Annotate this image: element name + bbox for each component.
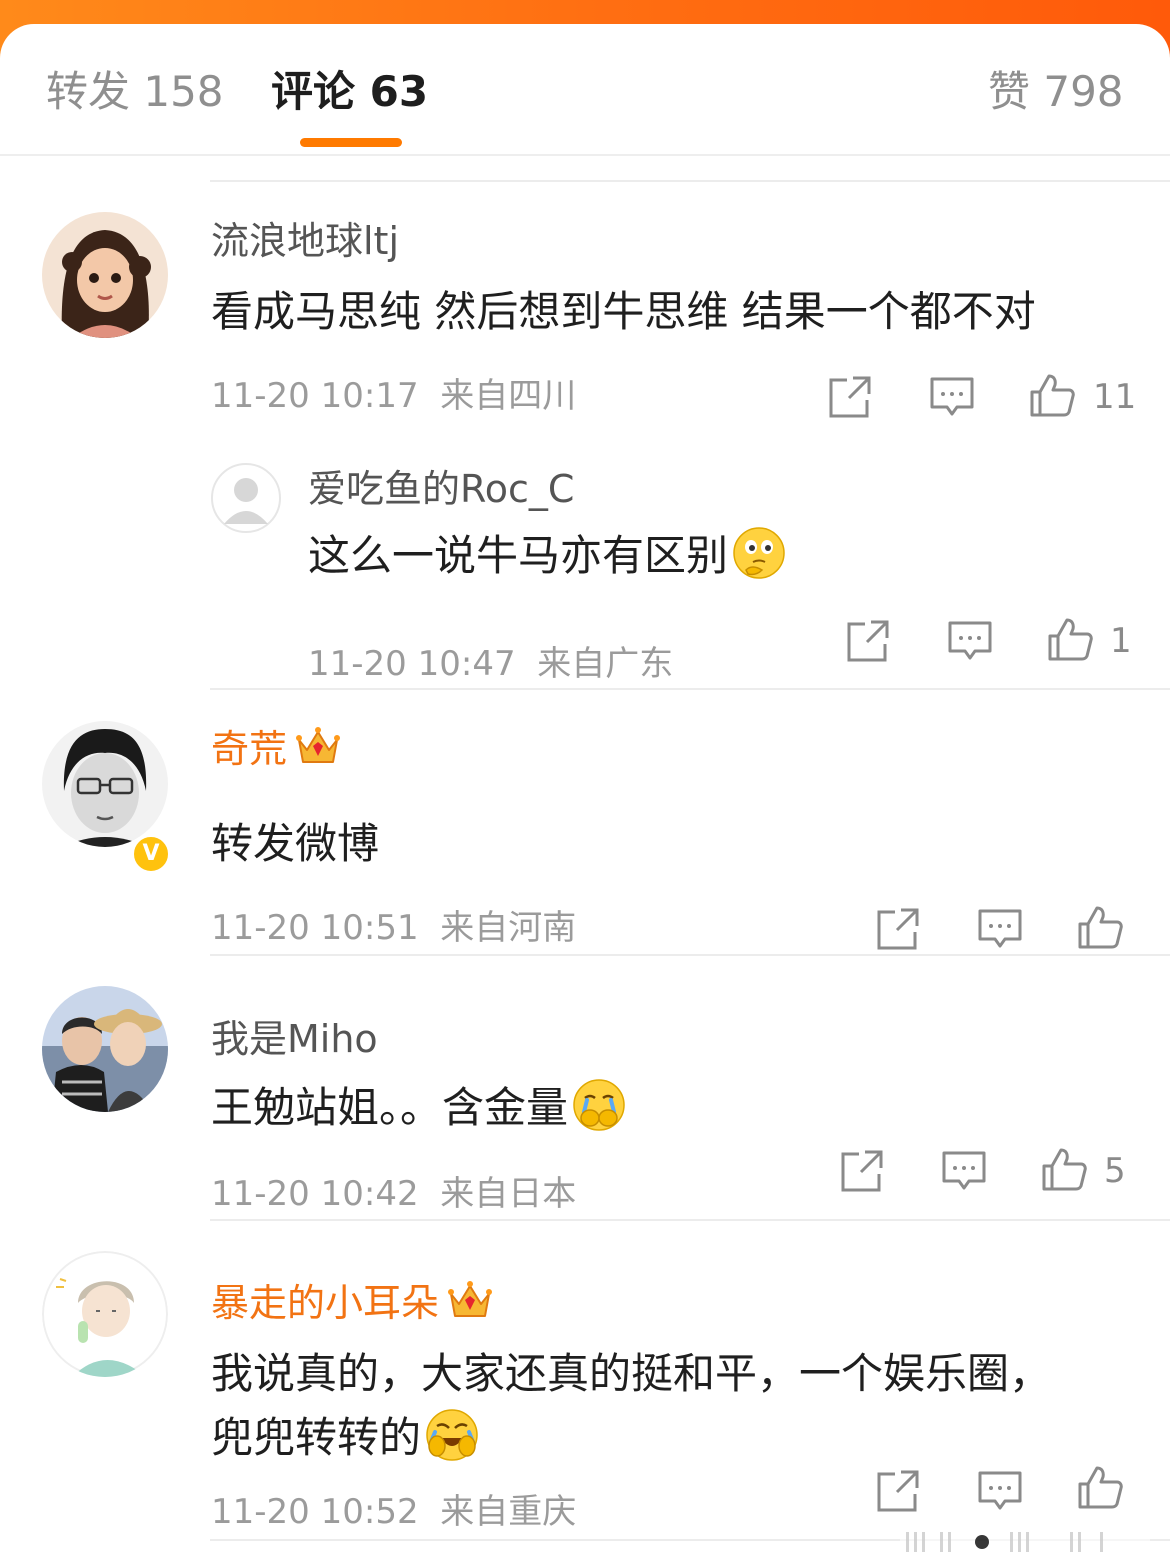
comment-username[interactable]: 流浪地球ltj bbox=[211, 216, 399, 266]
vip-crown-icon bbox=[296, 727, 341, 763]
comment-location: 来自河南 bbox=[440, 908, 577, 948]
comment-username-row: 奇荒 bbox=[211, 724, 341, 774]
comment-time: 11-20 10:42 bbox=[211, 1174, 419, 1214]
like-count: 11 bbox=[1093, 377, 1137, 417]
reply-text-content: 这么一说牛马亦有区别 bbox=[308, 531, 729, 580]
reply-icon[interactable] bbox=[947, 618, 993, 664]
active-tab-indicator bbox=[300, 138, 402, 147]
reply-location: 来自广东 bbox=[537, 644, 674, 684]
comment-text: 王勉站姐。。含金量 bbox=[211, 1076, 626, 1140]
comment-text-line1: 我说真的，大家还真的挺和平，一个娱乐圈， bbox=[211, 1349, 1052, 1398]
like-icon[interactable] bbox=[1041, 1146, 1087, 1192]
comment-meta: 11-20 10:52 来自重庆 bbox=[211, 1490, 576, 1534]
share-icon[interactable] bbox=[827, 374, 873, 420]
divider bbox=[210, 1219, 1170, 1221]
share-icon[interactable] bbox=[845, 618, 891, 664]
comment-username[interactable]: 我是Miho bbox=[211, 1014, 378, 1064]
reply-meta: 11-20 10:47 来自广东 bbox=[308, 642, 673, 686]
avatar[interactable] bbox=[42, 986, 168, 1112]
crying-covering-mouth-emoji bbox=[573, 1079, 625, 1131]
like-icon[interactable] bbox=[1077, 1464, 1123, 1510]
laughing-covering-face-emoji bbox=[426, 1409, 478, 1461]
watermark-logo bbox=[900, 1532, 1150, 1552]
like-count: 5 bbox=[1104, 1151, 1126, 1191]
comment-text-content: 王勉站姐。。含金量 bbox=[211, 1083, 569, 1132]
reply-text: 这么一说牛马亦有区别 bbox=[308, 524, 786, 588]
share-icon[interactable] bbox=[839, 1148, 885, 1194]
reply-time: 11-20 10:47 bbox=[308, 644, 516, 684]
share-icon[interactable] bbox=[875, 906, 921, 952]
comment-text-content: 兜兜转转的 bbox=[211, 1413, 422, 1462]
comment-meta: 11-20 10:51 来自河南 bbox=[211, 906, 576, 950]
comment-username-row: 暴走的小耳朵 bbox=[211, 1278, 493, 1328]
vip-crown-icon bbox=[448, 1281, 493, 1317]
avatar[interactable] bbox=[42, 212, 168, 338]
avatar[interactable] bbox=[42, 721, 168, 847]
like-count: 1 bbox=[1110, 621, 1132, 661]
comment-text: 转发微博 bbox=[211, 819, 380, 868]
tab-comment[interactable]: 评论 63 bbox=[271, 64, 428, 120]
divider bbox=[210, 954, 1170, 956]
divider bbox=[210, 180, 1170, 182]
reply-icon[interactable] bbox=[977, 1468, 1023, 1514]
comment-text-line2: 兜兜转转的 bbox=[211, 1406, 479, 1470]
verified-badge: V bbox=[131, 834, 171, 874]
comment-location: 来自日本 bbox=[440, 1174, 577, 1214]
comments-sheet: 转发 158 评论 63 赞 798 流浪地球ltj 看成马思纯 然后想到牛思维… bbox=[0, 24, 1170, 1560]
tab-like[interactable]: 赞 798 bbox=[988, 64, 1124, 120]
divider bbox=[210, 688, 1170, 690]
like-icon[interactable] bbox=[1029, 372, 1075, 418]
comment-meta: 11-20 10:17 来自四川 bbox=[211, 374, 576, 418]
reply-avatar[interactable] bbox=[210, 462, 282, 534]
comment-meta: 11-20 10:42 来自日本 bbox=[211, 1172, 576, 1216]
comment-location: 来自重庆 bbox=[440, 1492, 577, 1532]
comment-text: 看成马思纯 然后想到牛思维 结果一个都不对 bbox=[211, 287, 1036, 336]
comment-username[interactable]: 暴走的小耳朵 bbox=[211, 1281, 439, 1325]
tab-repost[interactable]: 转发 158 bbox=[46, 64, 224, 120]
avatar[interactable] bbox=[42, 1251, 168, 1377]
comment-location: 来自四川 bbox=[440, 376, 577, 416]
comment-time: 11-20 10:52 bbox=[211, 1492, 419, 1532]
reply-icon[interactable] bbox=[941, 1148, 987, 1194]
reply-icon[interactable] bbox=[977, 906, 1023, 952]
tab-bar: 转发 158 评论 63 赞 798 bbox=[0, 24, 1170, 156]
comment-username[interactable]: 奇荒 bbox=[211, 727, 287, 771]
like-icon[interactable] bbox=[1077, 904, 1123, 950]
comment-time: 11-20 10:17 bbox=[211, 376, 419, 416]
thinking-face-emoji bbox=[733, 527, 785, 579]
reply-username[interactable]: 爱吃鱼的Roc_C bbox=[308, 464, 574, 514]
comment-time: 11-20 10:51 bbox=[211, 908, 419, 948]
share-icon[interactable] bbox=[875, 1468, 921, 1514]
like-icon[interactable] bbox=[1047, 616, 1093, 662]
reply-icon[interactable] bbox=[929, 374, 975, 420]
